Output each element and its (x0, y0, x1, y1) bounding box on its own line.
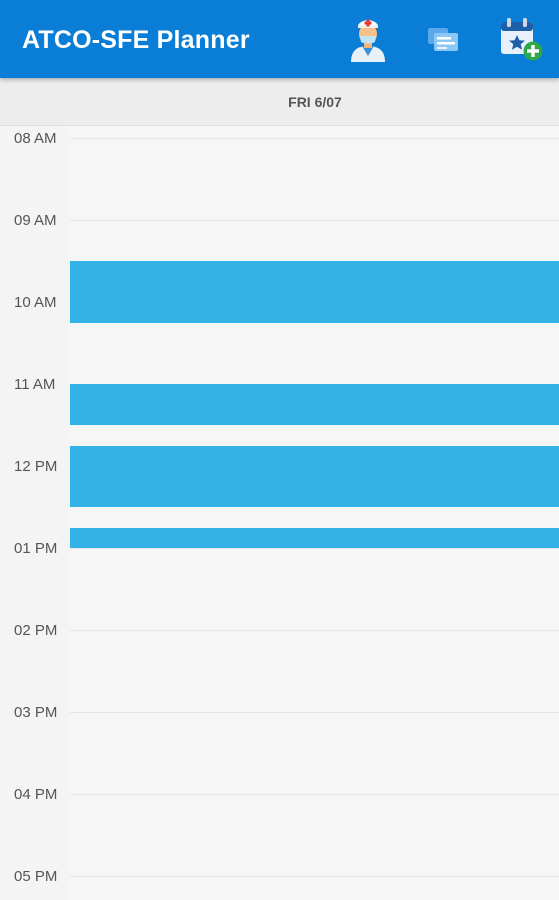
hour-divider (70, 138, 559, 139)
appointment-block[interactable] (70, 261, 559, 323)
app-bar: ATCO-SFE Planner (0, 0, 559, 78)
hour-label: 04 PM (14, 786, 58, 803)
calendar-add-icon[interactable] (498, 16, 544, 62)
hour-divider (70, 794, 559, 795)
hour-label: 05 PM (14, 868, 58, 885)
hour-divider (70, 630, 559, 631)
hour-divider (70, 220, 559, 221)
hour-label: 09 AM (14, 212, 57, 229)
hour-divider (70, 876, 559, 877)
cards-icon[interactable] (426, 22, 464, 56)
day-header: FRI 6/07 (0, 78, 559, 126)
hour-row: 09 AM (0, 212, 559, 229)
hour-label: 01 PM (14, 540, 58, 557)
appointment-block[interactable] (70, 384, 559, 425)
hour-label: 10 AM (14, 294, 57, 311)
hour-row: 03 PM (0, 704, 559, 721)
hour-label: 11 AM (14, 376, 56, 393)
hour-row: 08 AM (0, 130, 559, 147)
app-title: ATCO-SFE Planner (22, 26, 250, 54)
hour-divider (70, 712, 559, 713)
hour-row: 04 PM (0, 786, 559, 803)
doctor-icon[interactable] (348, 16, 388, 62)
hour-row: 05 PM (0, 868, 559, 885)
hour-label: 12 PM (14, 458, 58, 475)
hour-row: 02 PM (0, 622, 559, 639)
hour-label: 02 PM (14, 622, 58, 639)
appointment-block[interactable] (70, 445, 559, 507)
day-label[interactable]: FRI 6/07 (0, 94, 559, 110)
hour-label: 08 AM (14, 130, 57, 147)
hour-row: 01 PM (0, 540, 559, 557)
day-schedule-grid[interactable]: 08 AM 09 AM 10 AM 11 AM 12 PM 01 PM 02 PM 03 PM… (0, 126, 559, 900)
hour-divider (70, 548, 559, 549)
hour-label: 03 PM (14, 704, 58, 721)
time-gutter (0, 126, 70, 900)
appointment-block[interactable] (70, 527, 559, 548)
